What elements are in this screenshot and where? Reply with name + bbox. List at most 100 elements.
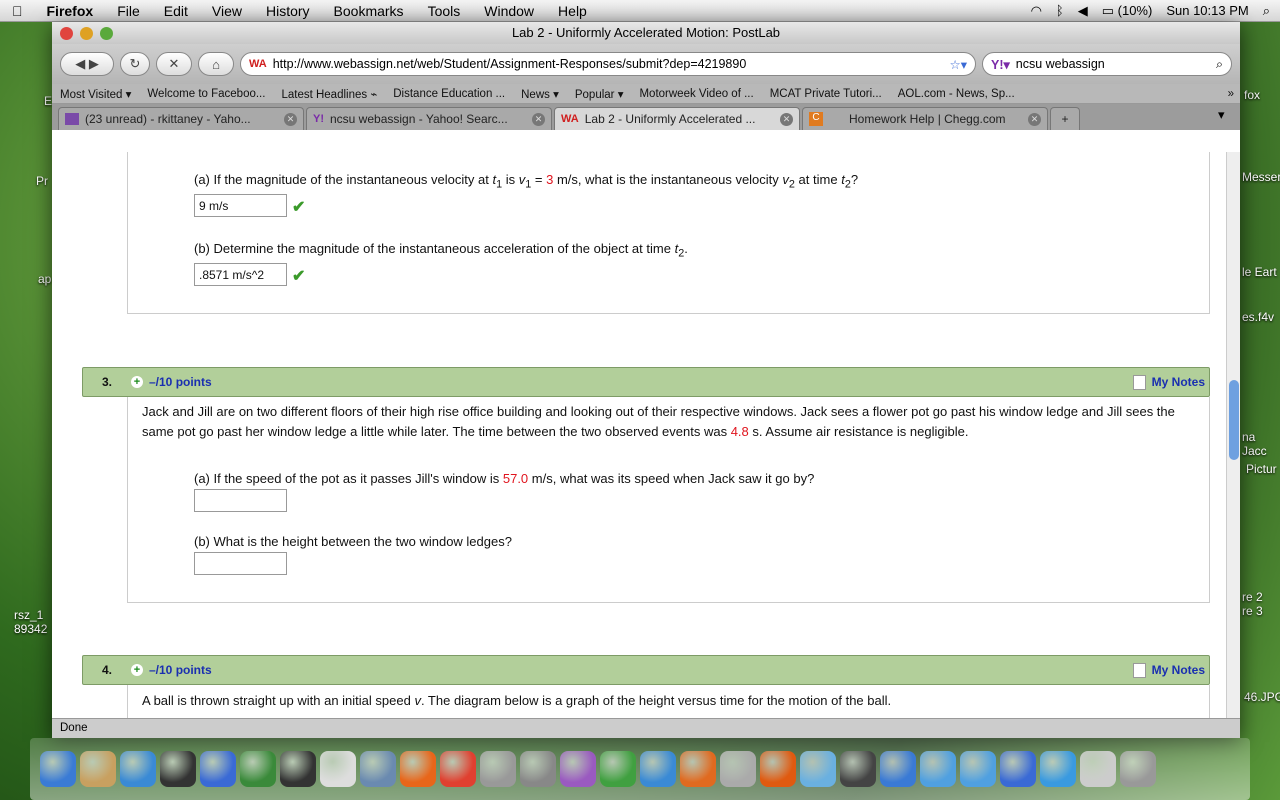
wifi-icon[interactable]: ◠ xyxy=(1031,3,1042,19)
q2-part-a-answer[interactable]: 9 m/s xyxy=(194,194,287,217)
dock-app-icon[interactable] xyxy=(760,751,796,787)
dock-app-icon[interactable] xyxy=(680,751,716,787)
desktop-icon-label[interactable]: na Jacc xyxy=(1242,430,1280,458)
menu-view[interactable]: View xyxy=(200,3,254,19)
dock-app-icon[interactable] xyxy=(240,751,276,787)
q3-part-b-answer[interactable] xyxy=(194,552,287,575)
search-box[interactable]: Y!▾ ncsu webassign ⌕ xyxy=(982,52,1232,76)
dock-app-icon[interactable] xyxy=(520,751,556,787)
desktop-icon-label[interactable]: ap xyxy=(38,272,51,286)
tab-chegg[interactable]: C Homework Help | Chegg.com ✕ xyxy=(802,107,1048,130)
desktop-icon-label[interactable]: Pr xyxy=(36,174,48,188)
dock-app-icon[interactable] xyxy=(800,751,836,787)
desktop-icon-label[interactable]: E xyxy=(44,94,52,108)
bookmark-item[interactable]: Welcome to Faceboo... xyxy=(147,88,265,100)
bookmark-item[interactable]: Motorweek Video of ... xyxy=(639,88,753,100)
bookmark-star-icon[interactable]: ☆▾ xyxy=(950,57,967,72)
spotlight-icon[interactable]: ⌕ xyxy=(1263,3,1270,19)
vertical-scrollbar[interactable] xyxy=(1226,152,1240,718)
dock-app-icon[interactable] xyxy=(840,751,876,787)
menu-bookmarks[interactable]: Bookmarks xyxy=(322,3,416,19)
url-text[interactable]: http://www.webassign.net/web/Student/Ass… xyxy=(273,57,944,71)
dock-app-icon[interactable] xyxy=(1080,751,1116,787)
close-window-button[interactable] xyxy=(60,27,73,40)
points-link[interactable]: –/10 points xyxy=(149,663,212,677)
back-icon[interactable]: ◀ xyxy=(75,56,85,72)
menu-tools[interactable]: Tools xyxy=(416,3,473,19)
dock-app-icon[interactable] xyxy=(80,751,116,787)
bookmark-item[interactable]: News ▾ xyxy=(521,87,559,101)
search-input[interactable]: ncsu webassign xyxy=(1016,57,1210,71)
dock-app-icon[interactable] xyxy=(400,751,436,787)
dock-app-icon[interactable] xyxy=(120,751,156,787)
bookmark-item[interactable]: Popular ▾ xyxy=(575,87,624,101)
menu-window[interactable]: Window xyxy=(472,3,546,19)
tab-list-button[interactable]: ▾ xyxy=(1218,107,1240,130)
battery-icon[interactable]: ▭ (10%) xyxy=(1102,3,1153,19)
tab-webassign[interactable]: WA Lab 2 - Uniformly Accelerated ... ✕ xyxy=(554,107,800,130)
reload-button[interactable]: ↻ xyxy=(120,52,150,76)
dock-app-icon[interactable] xyxy=(720,751,756,787)
menu-app[interactable]: Firefox xyxy=(35,3,106,19)
new-tab-button[interactable]: + xyxy=(1050,107,1080,130)
desktop-icon-label[interactable]: rsz_1 89342 xyxy=(14,608,47,636)
dock-app-icon[interactable] xyxy=(280,751,316,787)
dock-app-icon[interactable] xyxy=(960,751,996,787)
dock-app-icon[interactable] xyxy=(200,751,236,787)
apple-icon[interactable]:  xyxy=(0,3,35,19)
url-bar[interactable]: WA http://www.webassign.net/web/Student/… xyxy=(240,52,976,76)
minimize-window-button[interactable] xyxy=(80,27,93,40)
menu-file[interactable]: File xyxy=(105,3,152,19)
my-notes-link[interactable]: My Notes xyxy=(1132,374,1209,390)
dock-app-icon[interactable] xyxy=(560,751,596,787)
q3-part-a-answer[interactable] xyxy=(194,489,287,512)
dock-app-icon[interactable] xyxy=(1040,751,1076,787)
points-link[interactable]: –/10 points xyxy=(149,375,212,389)
dock-app-icon[interactable] xyxy=(480,751,516,787)
my-notes-link[interactable]: My Notes xyxy=(1132,662,1209,678)
expand-plus-icon[interactable]: + xyxy=(131,664,143,676)
dock-app-icon[interactable] xyxy=(40,751,76,787)
close-tab-icon[interactable]: ✕ xyxy=(284,112,297,126)
bookmark-item[interactable]: Distance Education ... xyxy=(393,88,505,100)
dock-app-icon[interactable] xyxy=(160,751,196,787)
dock-app-icon[interactable] xyxy=(1000,751,1036,787)
back-forward-button[interactable]: ◀ ▶ xyxy=(60,52,114,76)
desktop-icon-label[interactable]: le Eart xyxy=(1242,265,1277,279)
q2-part-b-answer[interactable]: .8571 m/s^2 xyxy=(194,263,287,286)
dock-app-icon[interactable] xyxy=(880,751,916,787)
zoom-window-button[interactable] xyxy=(100,27,113,40)
dock-app-icon[interactable] xyxy=(600,751,636,787)
bluetooth-icon[interactable]: ᛒ xyxy=(1056,3,1064,19)
dock-app-icon[interactable] xyxy=(640,751,676,787)
dock-app-icon[interactable] xyxy=(320,751,356,787)
desktop-icon-label[interactable]: Pictur xyxy=(1246,462,1277,476)
stop-button[interactable]: ✕ xyxy=(156,52,192,76)
desktop-icon-label[interactable]: es.f4v xyxy=(1242,310,1274,324)
yahoo-icon[interactable]: Y!▾ xyxy=(991,57,1010,72)
desktop-icon-label[interactable]: fox xyxy=(1244,88,1260,102)
menu-history[interactable]: History xyxy=(254,3,322,19)
bookmarks-overflow-icon[interactable]: » xyxy=(1228,88,1240,100)
bookmark-item[interactable]: MCAT Private Tutori... xyxy=(770,88,882,100)
dock-app-icon[interactable] xyxy=(1120,751,1156,787)
scrollbar-thumb[interactable] xyxy=(1229,380,1239,460)
dock-app-icon[interactable] xyxy=(360,751,396,787)
dock-app-icon[interactable] xyxy=(920,751,956,787)
volume-icon[interactable]: ◀ xyxy=(1078,3,1088,19)
desktop-icon-label[interactable]: Messer xyxy=(1242,170,1280,184)
menu-edit[interactable]: Edit xyxy=(152,3,200,19)
close-tab-icon[interactable]: ✕ xyxy=(1028,112,1041,126)
bookmark-item[interactable]: Latest Headlines ⌁ xyxy=(281,87,377,101)
desktop-icon-label[interactable]: re 2 re 3 xyxy=(1242,590,1263,618)
close-tab-icon[interactable]: ✕ xyxy=(780,112,793,126)
bookmark-item[interactable]: AOL.com - News, Sp... xyxy=(898,88,1015,100)
desktop-icon-label[interactable]: 46.JPG xyxy=(1244,690,1280,704)
bookmark-item[interactable]: Most Visited ▾ xyxy=(60,87,131,101)
forward-icon[interactable]: ▶ xyxy=(89,56,99,72)
search-icon[interactable]: ⌕ xyxy=(1216,57,1223,72)
tab-yahoo-search[interactable]: Y! ncsu webassign - Yahoo! Searc... ✕ xyxy=(306,107,552,130)
dock-app-icon[interactable] xyxy=(440,751,476,787)
menu-help[interactable]: Help xyxy=(546,3,599,19)
tab-yahoo-mail[interactable]: (23 unread) - rkittaney - Yaho... ✕ xyxy=(58,107,304,130)
